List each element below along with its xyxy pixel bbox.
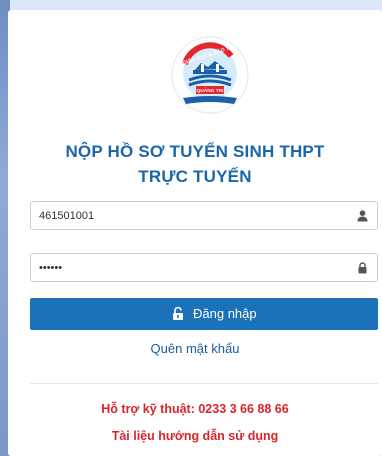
education-department-logo: GIÁO DỤC & ĐÀO TẠO QUẢNG TRỊ [171, 36, 249, 114]
user-icon [357, 210, 368, 222]
login-button[interactable]: Đăng nhập [30, 298, 378, 330]
support-hotline: Hỗ trợ kỹ thuật: 0233 3 66 88 66 [101, 402, 289, 416]
password-field[interactable] [30, 253, 378, 282]
username-field[interactable] [30, 201, 378, 230]
password-input[interactable] [39, 258, 339, 278]
divider [30, 383, 378, 384]
login-card: GIÁO DỤC & ĐÀO TẠO QUẢNG TRỊ NỘP HỒ SƠ T… [8, 10, 382, 456]
user-guide-link[interactable]: Tài liệu hướng dẫn sử dụng [8, 429, 382, 443]
login-button-label: Đăng nhập [193, 306, 257, 321]
lock-icon [358, 262, 367, 274]
forgot-password-link[interactable]: Quên mật khẩu [8, 341, 382, 356]
page-title-line2: TRỰC TUYẾN [138, 167, 252, 186]
logo-place-text: QUẢNG TRỊ [197, 87, 225, 94]
page-title-line1: NỘP HỒ SƠ TUYỂN SINH THPT [65, 142, 325, 161]
username-input[interactable] [39, 206, 339, 226]
unlock-icon [173, 307, 183, 320]
